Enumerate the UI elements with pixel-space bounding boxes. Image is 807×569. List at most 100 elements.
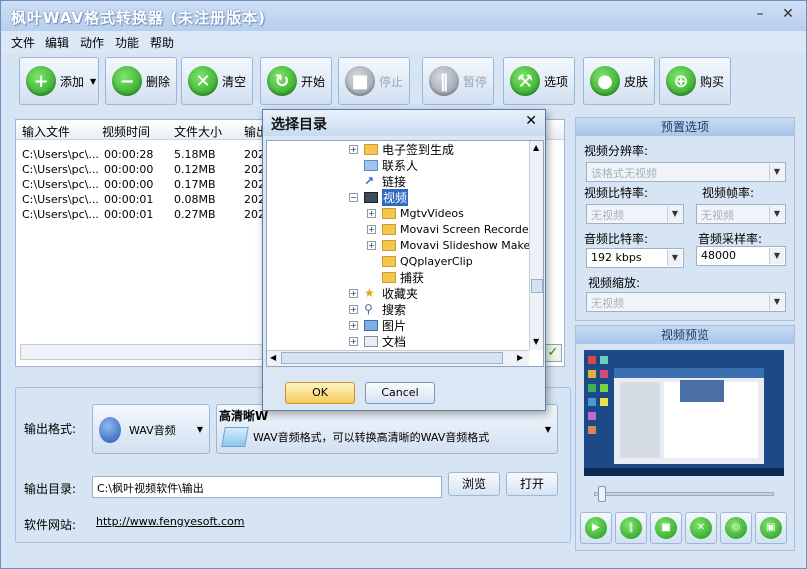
chevron-down-icon: ▼ [196,425,203,434]
snapshot-button[interactable]: ◎ [720,512,752,544]
browse-button[interactable]: 浏览 [448,472,500,496]
fullscreen-icon: ▣ [760,517,782,539]
seek-slider-track[interactable] [594,492,774,496]
refresh-icon: ↻ [267,66,297,96]
cancel-button[interactable]: Cancel [365,382,435,404]
video-fps-select[interactable]: 无视频 ▼ [696,204,786,224]
tree-item[interactable]: + Movavi Slideshow Maker [367,237,535,253]
expand-icon[interactable]: + [367,224,376,234]
menu-help[interactable]: 帮助 [150,34,174,51]
video-resolution-select[interactable]: 该格式无视频 ▼ [586,162,786,182]
tree-item[interactable]: + Movavi Screen Recorder [367,221,533,237]
chevron-down-icon[interactable]: ▼ [533,337,539,346]
pause-preview-button[interactable]: ‖ [615,512,647,544]
video-bitrate-label: 视频比特率: [584,186,649,200]
video-bitrate-select[interactable]: 无视频 ▼ [586,204,684,224]
title-bar: 枫叶WAV格式转换器 (未注册版本) – ✕ [1,1,806,31]
tree-item[interactable]: + MgtvVideos [367,205,464,221]
chevron-down-icon: ▼ [769,206,784,222]
open-button[interactable]: 打开 [506,472,558,496]
tree-item[interactable]: QQplayerClip [382,253,473,269]
tree-vscroll-thumb[interactable] [531,279,543,293]
stop-icon: ■ [655,517,677,539]
delete-button[interactable]: − 删除 [105,57,177,105]
output-dir-label: 输出目录: [24,482,77,496]
options-button[interactable]: ⚒ 选项 [503,57,575,105]
expand-icon[interactable]: + [349,144,358,154]
website-link[interactable]: http://www.fengyesoft.com [96,515,245,528]
col-duration[interactable]: 视频时间 [102,123,150,140]
preview-screen [584,350,784,476]
chevron-left-icon[interactable]: ◀ [270,353,276,362]
output-format-label: 输出格式: [24,422,77,436]
buy-button[interactable]: ⊕ 购买 [659,57,731,105]
chevron-down-icon: ▼ [667,206,682,222]
tree-item[interactable]: ↗ 链接 [364,173,406,189]
chevron-up-icon[interactable]: ▲ [533,143,539,152]
video-scale-select[interactable]: 无视频 ▼ [586,292,786,312]
chevron-down-icon: ▼ [667,250,682,266]
output-dir-input[interactable]: C:\枫叶视频软件\输出 [92,476,442,498]
tree-item[interactable]: + ⚲ 搜索 [349,301,406,317]
expand-icon[interactable]: + [367,240,376,250]
seek-slider-thumb[interactable] [598,486,606,502]
menu-action[interactable]: 动作 [80,34,104,51]
tree-item[interactable]: + 电子签到生成 [349,141,454,157]
audio-samplerate-select[interactable]: 48000 ▼ [696,246,786,266]
expand-icon[interactable]: + [349,288,358,298]
tree-item[interactable]: 联系人 [364,157,418,173]
audio-bitrate-label: 音频比特率: [584,232,649,246]
tree-item[interactable]: + 文档 [349,333,406,349]
minus-icon: − [112,66,142,96]
window-title: 枫叶WAV格式转换器 (未注册版本) [11,9,267,27]
expand-icon[interactable]: + [367,208,376,218]
minimize-icon[interactable]: – [751,7,769,23]
folder-icon [382,207,396,219]
chevron-right-icon[interactable]: ▶ [517,353,523,362]
close-icon[interactable]: ✕ [779,7,797,23]
tree-item[interactable]: + ★ 收藏夹 [349,285,418,301]
tree-hscroll-thumb[interactable] [281,352,503,364]
video-scale-label: 视频缩放: [588,276,641,290]
ok-button[interactable]: OK [285,382,355,404]
menu-edit[interactable]: 编辑 [45,34,69,51]
play-icon: ▶ [585,517,607,539]
toolbar: + 添加 ▼ − 删除 ✕ 清空 ↻ 开始 ■ 停止 ‖ 暂停 ⚒ 选项 ● 皮… [15,57,735,107]
cart-icon: ⊕ [666,66,696,96]
format-description-box[interactable]: 高清晰W WAV音频格式，可以转换高清晰的WAV音频格式 ▼ [216,404,558,454]
start-button[interactable]: ↻ 开始 [260,57,332,105]
fullscreen-button[interactable]: ▣ [755,512,787,544]
dialog-title: 选择目录 [271,117,327,133]
tree-hscrollbar[interactable]: ◀ ▶ [267,350,529,366]
play-button[interactable]: ▶ [580,512,612,544]
menu-function[interactable]: 功能 [115,34,139,51]
mute-icon: ✕ [690,517,712,539]
preset-options-title: 预置选项 [576,118,794,136]
tree-item[interactable]: + 图片 [349,317,406,333]
audio-bitrate-select[interactable]: 192 kbps ▼ [586,248,684,268]
mute-button[interactable]: ✕ [685,512,717,544]
directory-tree[interactable]: + 电子签到生成 联系人 ↗ 链接 − 视频 + MgtvVideos + Mo… [266,140,544,367]
tree-vscrollbar[interactable]: ▲ ▼ [529,141,543,350]
chevron-down-icon[interactable]: ▼ [90,77,96,86]
tree-item[interactable]: 捕获 [382,269,424,285]
expand-icon[interactable]: + [349,320,358,330]
stop-preview-button[interactable]: ■ [650,512,682,544]
menu-file[interactable]: 文件 [11,34,35,51]
expand-icon[interactable]: + [349,336,358,346]
col-size[interactable]: 文件大小 [174,123,222,140]
tree-item-selected[interactable]: − 视频 [349,188,409,206]
contacts-icon [364,159,378,171]
collapse-icon[interactable]: − [349,192,358,202]
check-icon[interactable]: ✓ [544,344,562,362]
add-button[interactable]: + 添加 ▼ [19,57,99,105]
skin-button[interactable]: ● 皮肤 [583,57,655,105]
clear-button[interactable]: ✕ 清空 [181,57,253,105]
expand-icon[interactable]: + [349,304,358,314]
pause-button[interactable]: ‖ 暂停 [422,57,494,105]
col-input-file[interactable]: 输入文件 [22,123,70,140]
close-icon[interactable]: ✕ [525,113,537,129]
output-format-button[interactable]: WAV音频 ▼ [92,404,210,454]
stop-button[interactable]: ■ 停止 [338,57,410,105]
pictures-icon [364,319,378,331]
